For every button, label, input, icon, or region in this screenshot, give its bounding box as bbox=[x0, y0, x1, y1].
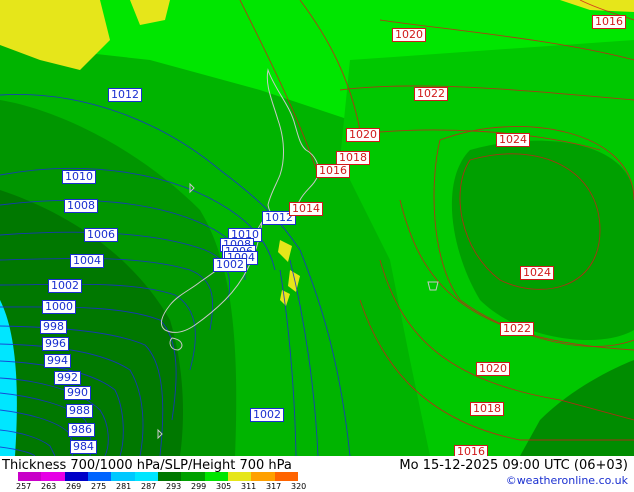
height-label: 1024 bbox=[520, 266, 554, 280]
scale-swatch bbox=[227, 472, 252, 481]
scale-swatch bbox=[274, 472, 298, 481]
isobar-label: 1002 bbox=[48, 279, 82, 293]
height-label: 1016 bbox=[454, 445, 488, 456]
isobar-label: 984 bbox=[70, 440, 97, 454]
scale-swatch bbox=[111, 472, 135, 481]
scale-swatch bbox=[87, 472, 112, 481]
isobar-label: 992 bbox=[54, 371, 81, 385]
height-label: 1020 bbox=[346, 128, 380, 142]
isobar-label: 994 bbox=[44, 354, 71, 368]
scale-swatch bbox=[181, 472, 205, 481]
isobar-label: 1004 bbox=[70, 254, 104, 268]
isobar-label: 996 bbox=[42, 337, 69, 351]
scale-swatch bbox=[18, 472, 42, 481]
height-label: 1014 bbox=[289, 202, 323, 216]
height-label: 1020 bbox=[392, 28, 426, 42]
height-label: 1024 bbox=[496, 133, 530, 147]
isobar-label: 1008 bbox=[64, 199, 98, 213]
weather-map: 1012 1010 1008 1006 1004 1002 1000 998 9… bbox=[0, 0, 634, 456]
scale-swatch bbox=[134, 472, 158, 481]
scale-swatch bbox=[157, 472, 182, 481]
valid-time: Mo 15-12-2025 09:00 UTC (06+03) bbox=[399, 458, 628, 473]
scale-swatch bbox=[251, 472, 275, 481]
height-label: 1018 bbox=[336, 151, 370, 165]
height-label: 1016 bbox=[592, 15, 626, 29]
scale-swatch bbox=[41, 472, 65, 481]
isobar-label: 1010 bbox=[62, 170, 96, 184]
isobar-label: 1002 bbox=[213, 258, 247, 272]
height-label: 1022 bbox=[414, 87, 448, 101]
scale-ticks: 257 263 269 275 281 287 293 299 305 311 … bbox=[16, 482, 316, 492]
height-label: 1020 bbox=[476, 362, 510, 376]
scale-swatch bbox=[64, 472, 88, 481]
map-title: Thickness 700/1000 hPa/SLP/Height 700 hP… bbox=[2, 458, 292, 473]
height-label: 1016 bbox=[316, 164, 350, 178]
isobar-label: 998 bbox=[40, 320, 67, 334]
height-label: 1018 bbox=[470, 402, 504, 416]
isobar-label: 986 bbox=[68, 423, 95, 437]
scale-swatch bbox=[204, 472, 228, 481]
isobar-label: 990 bbox=[64, 386, 91, 400]
isobar-label: 1000 bbox=[42, 300, 76, 314]
isobar-label: 1012 bbox=[108, 88, 142, 102]
thickness-color-scale bbox=[18, 472, 298, 481]
credit-link[interactable]: ©weatheronline.co.uk bbox=[506, 474, 628, 487]
isobar-label: 988 bbox=[66, 404, 93, 418]
isobar-label: 1006 bbox=[84, 228, 118, 242]
map-footer: Thickness 700/1000 hPa/SLP/Height 700 hP… bbox=[0, 456, 634, 492]
height-label: 1022 bbox=[500, 322, 534, 336]
isobar-label: 1002 bbox=[250, 408, 284, 422]
